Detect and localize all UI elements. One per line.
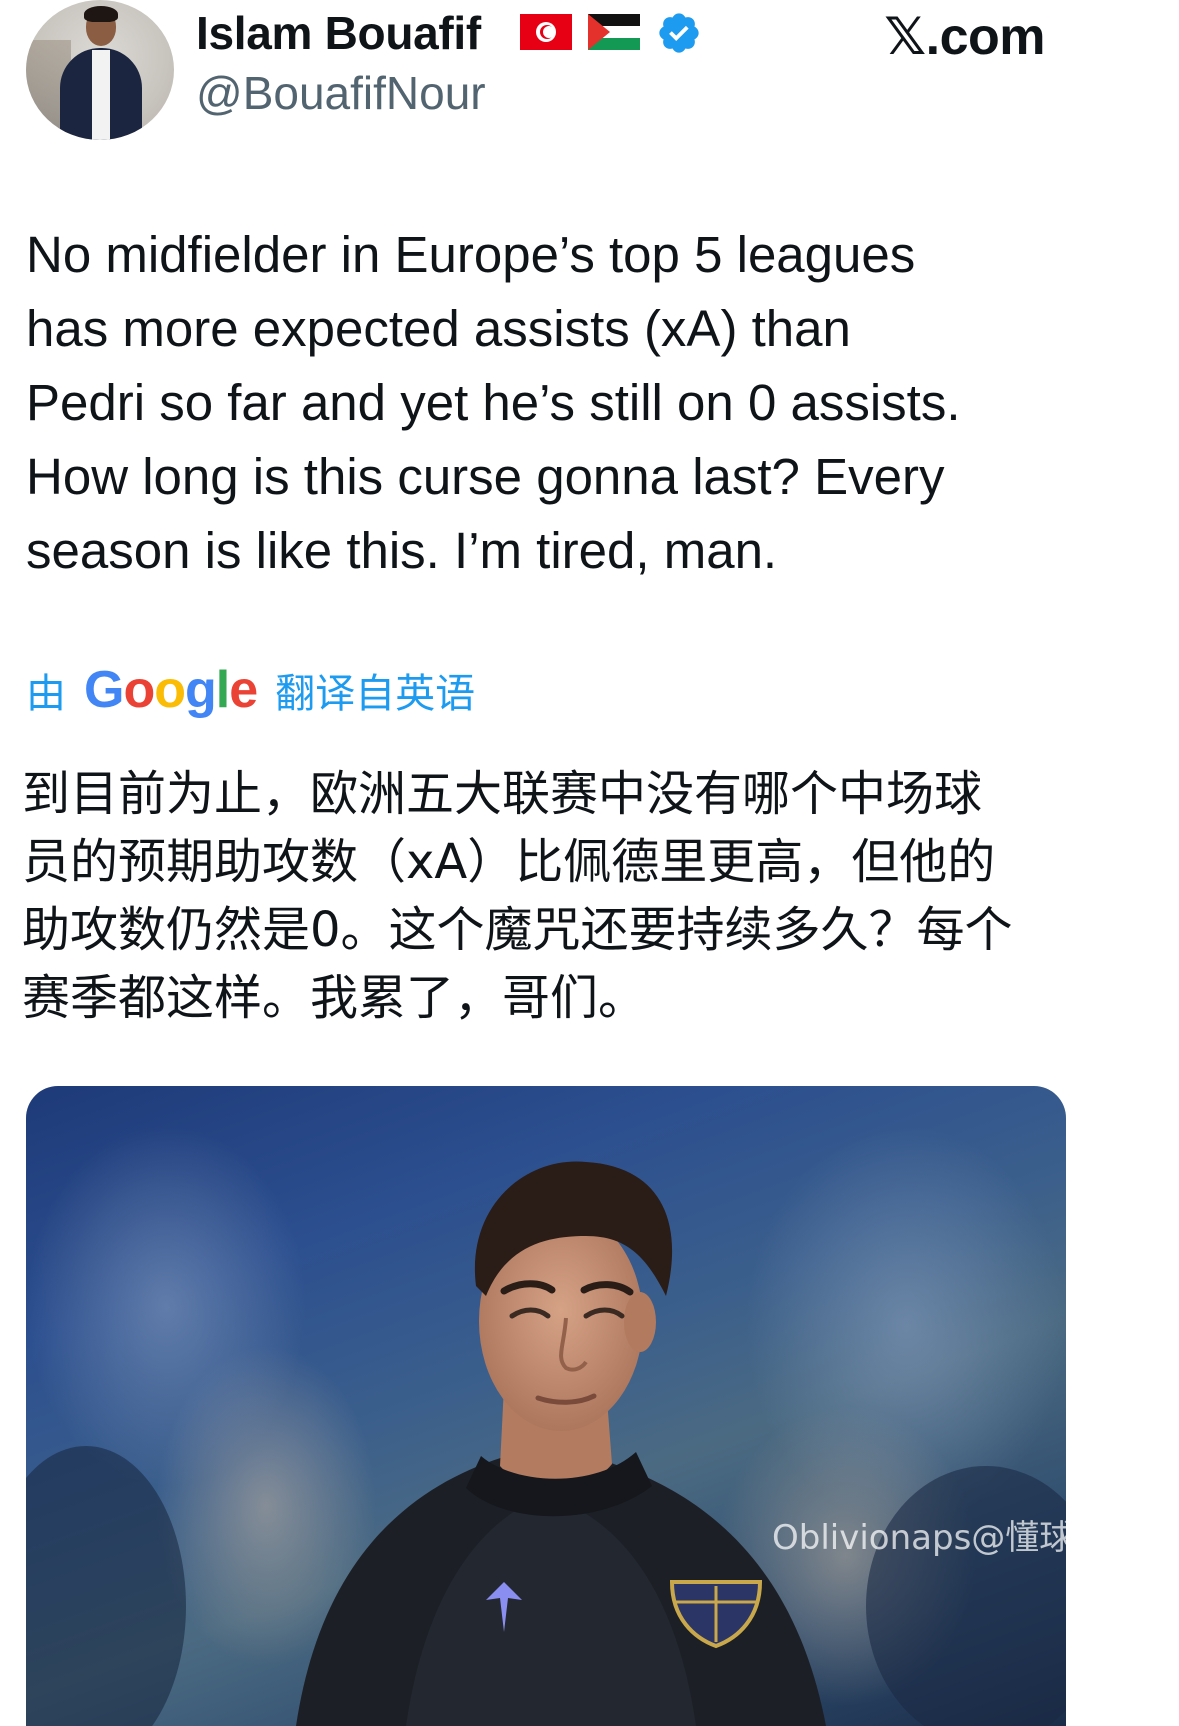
avatar-hair bbox=[84, 6, 118, 22]
verified-badge-icon bbox=[659, 13, 699, 53]
watermark: Oblivionaps@懂球帝 bbox=[772, 1518, 1108, 1558]
x-logo: 𝕏.com bbox=[884, 8, 1045, 66]
palestine-flag-icon bbox=[588, 14, 640, 50]
translated-text: 到目前为止，欧洲五大联赛中没有哪个中场球 员的预期助攻数（xA）比佩德里更高，但… bbox=[22, 766, 1013, 1026]
author-avatar[interactable] bbox=[26, 0, 174, 140]
tweet-text: No midfielder in Europe’s top 5 leagues … bbox=[26, 226, 961, 579]
tweet-photo[interactable] bbox=[26, 1086, 1066, 1726]
translation-attribution[interactable]: 由 Google 翻译自英语 bbox=[26, 658, 475, 722]
translation-prefix: 由 bbox=[26, 671, 66, 717]
author-handle[interactable]: @BouafifNour bbox=[196, 66, 486, 120]
player-photo bbox=[26, 1126, 1066, 1726]
avatar-shirt bbox=[92, 50, 110, 140]
google-logo: Google bbox=[84, 661, 258, 719]
translation-suffix: 翻译自英语 bbox=[275, 671, 476, 717]
author-display-name[interactable]: Islam Bouafif bbox=[196, 6, 481, 60]
tunisia-flag-icon bbox=[520, 14, 572, 50]
